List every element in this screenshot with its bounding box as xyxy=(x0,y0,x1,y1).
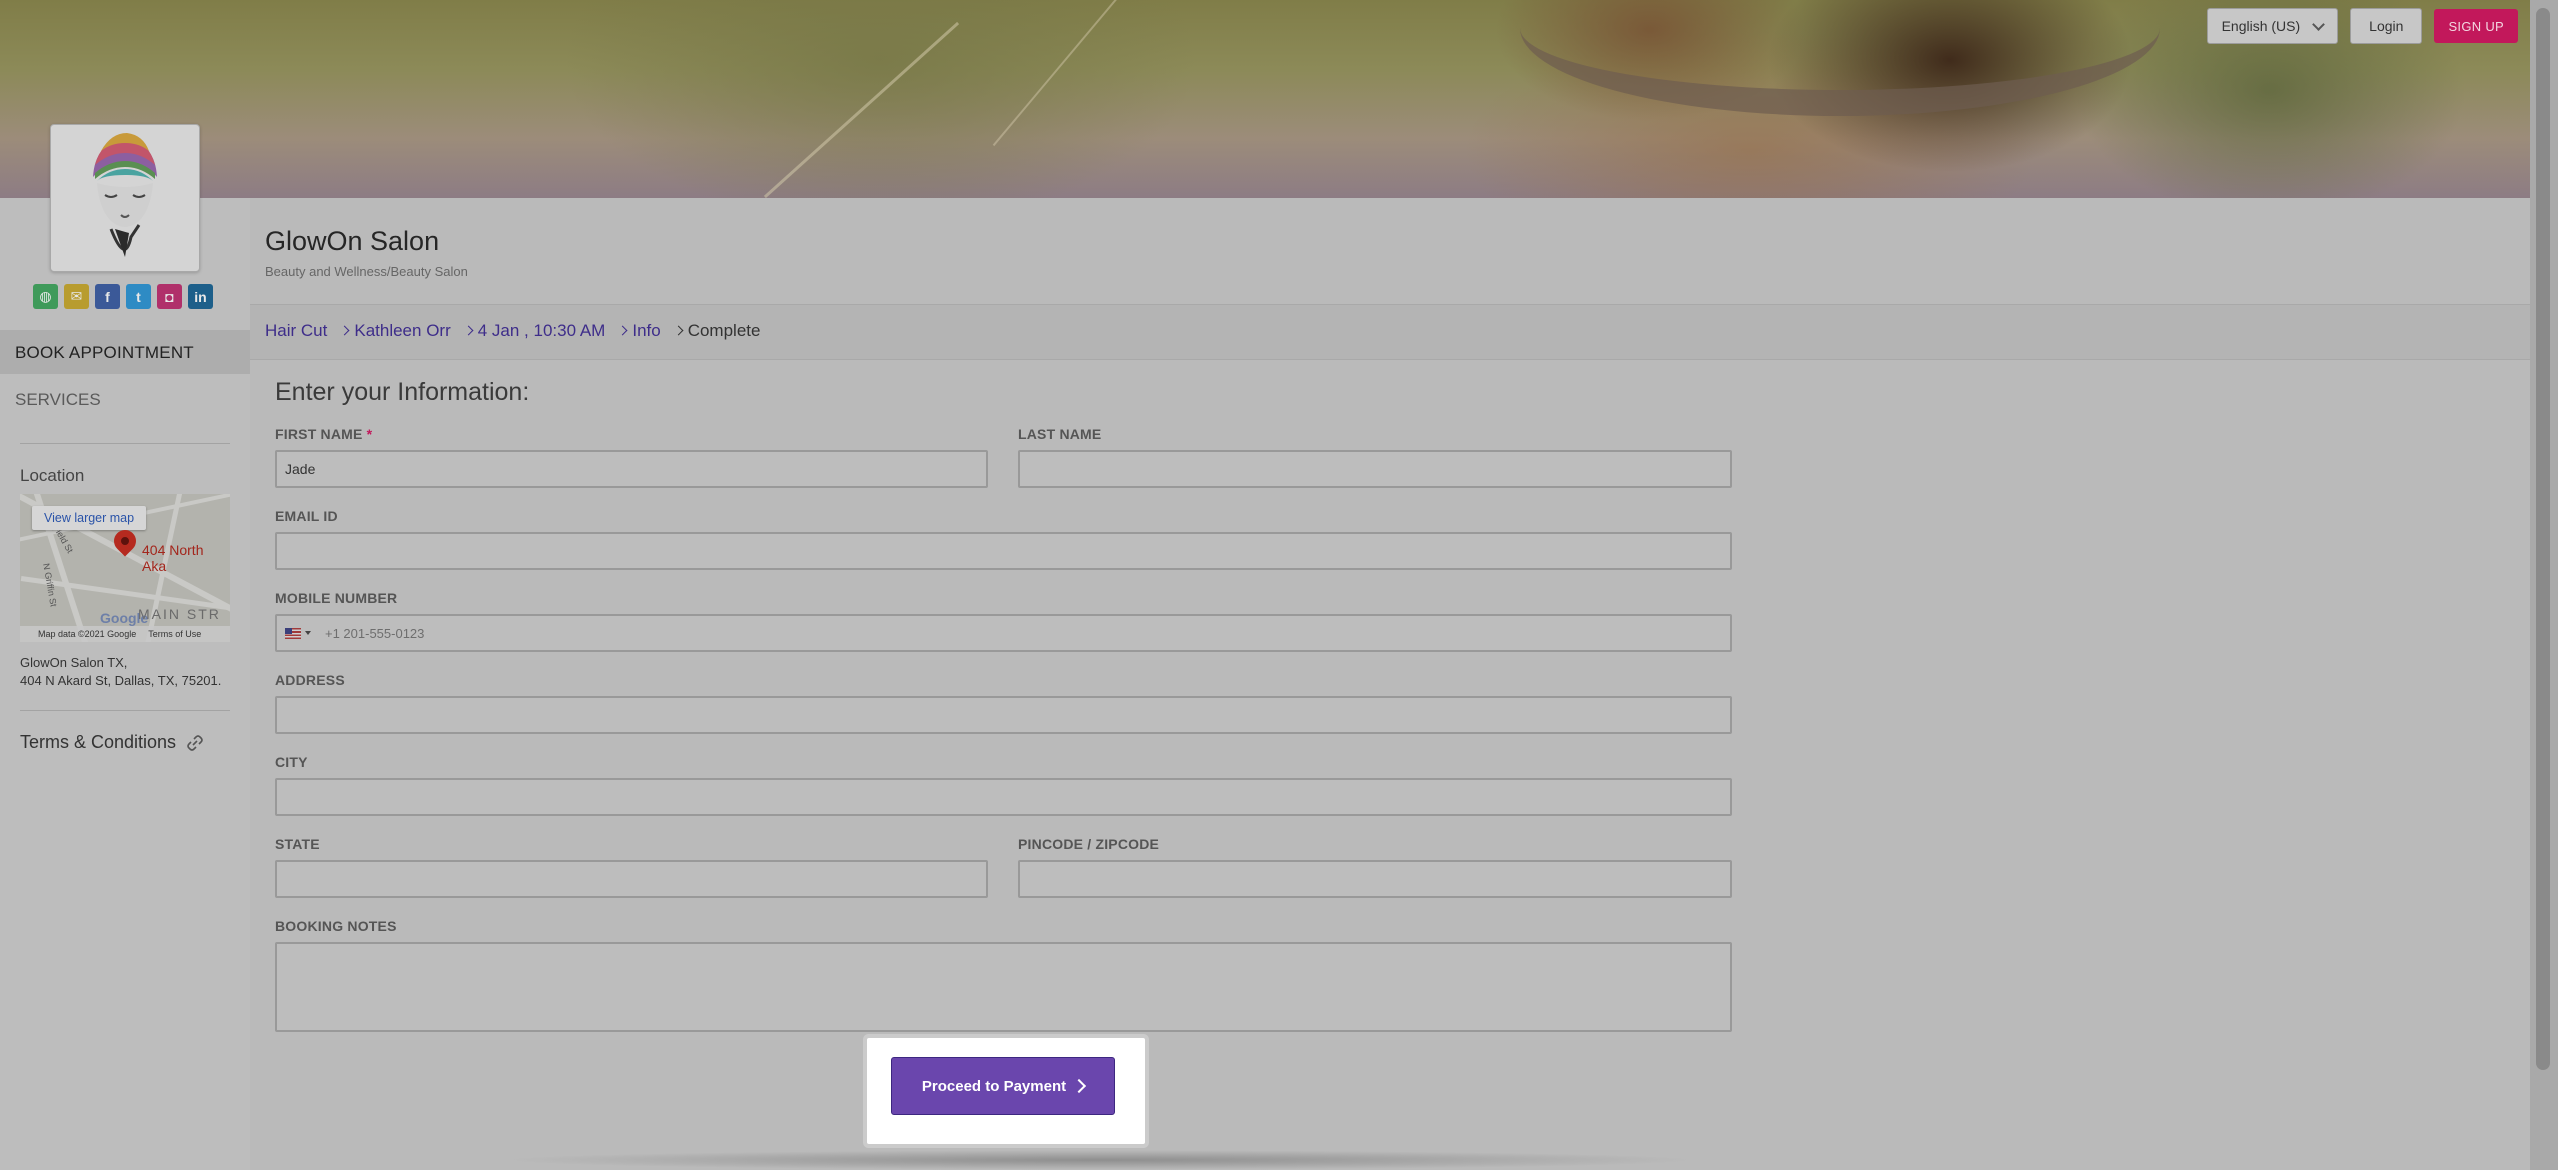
state-field[interactable] xyxy=(275,860,988,898)
map-pin-icon xyxy=(109,525,141,557)
social-links: ◍ ✉ f t ◘ in xyxy=(33,284,213,309)
map-data-text: Map data ©2021 Google xyxy=(38,629,137,639)
logo-face-icon xyxy=(93,133,157,257)
location-map[interactable]: Field St N Griffin St View larger map 40… xyxy=(20,494,230,642)
nav-book-appointment[interactable]: BOOK APPOINTMENT xyxy=(0,330,250,374)
twitter-icon[interactable]: t xyxy=(126,284,151,309)
proceed-to-payment-label: Proceed to Payment xyxy=(921,1077,1067,1095)
proceed-to-payment-button[interactable]: Proceed to Payment xyxy=(891,1057,1115,1115)
caret-down-icon[interactable] xyxy=(305,631,311,635)
zip-label: PINCODE / ZIPCODE xyxy=(1018,836,1160,852)
web-icon[interactable]: ◍ xyxy=(33,284,58,309)
breadcrumb-datetime[interactable]: 4 Jan , 10:30 AM xyxy=(463,321,605,341)
page-scrollbar[interactable] xyxy=(2530,0,2558,1170)
city-field[interactable] xyxy=(275,778,1732,816)
chevron-right-icon xyxy=(617,325,628,336)
linkedin-icon[interactable]: in xyxy=(188,284,213,309)
nav-services[interactable]: SERVICES xyxy=(15,390,101,410)
map-terms-link[interactable]: Terms of Use xyxy=(148,629,201,639)
terms-link[interactable]: Terms & Conditions xyxy=(20,732,204,753)
state-label: STATE xyxy=(275,836,320,852)
link-icon xyxy=(187,734,203,751)
map-attribution: Map data ©2021 Google Terms of Use xyxy=(20,626,230,642)
salon-address: GlowOn Salon TX, 404 N Akard St, Dallas,… xyxy=(20,654,221,690)
terms-label: Terms & Conditions xyxy=(20,732,177,752)
nav-book-appointment-label: BOOK APPOINTMENT xyxy=(15,343,194,362)
salon-logo xyxy=(50,124,200,272)
divider xyxy=(20,443,230,444)
chevron-right-icon xyxy=(1072,1078,1087,1094)
first-name-label: FIRST NAME * xyxy=(275,426,373,442)
chevron-right-icon xyxy=(339,325,350,336)
map-district-label: MAIN STR xyxy=(138,606,221,622)
language-select[interactable]: English (US) xyxy=(2206,8,2339,44)
instagram-icon[interactable]: ◘ xyxy=(157,284,182,309)
breadcrumb-service[interactable]: Hair Cut xyxy=(265,321,327,341)
scrollbar-thumb[interactable] xyxy=(2536,8,2550,1070)
form-title: Enter your Information: xyxy=(275,378,530,406)
mobile-placeholder: +1 201-555-0123 xyxy=(325,625,425,641)
booking-breadcrumb: Hair Cut Kathleen Orr 4 Jan , 10:30 AM I… xyxy=(250,304,2530,360)
last-name-field[interactable] xyxy=(1018,450,1732,488)
last-name-label: LAST NAME xyxy=(1018,426,1102,442)
location-title: Location xyxy=(20,466,85,485)
notes-label: BOOKING NOTES xyxy=(275,918,397,934)
chevron-down-icon xyxy=(2312,17,2326,31)
first-name-field[interactable]: Jade xyxy=(275,450,988,488)
chevron-right-icon xyxy=(673,325,684,336)
login-button[interactable]: Login xyxy=(2350,8,2423,44)
address-line-1: GlowOn Salon TX, xyxy=(20,655,128,670)
breadcrumb-complete: Complete xyxy=(673,321,760,341)
map-pin-label: 404 North Aka xyxy=(142,542,204,574)
breadcrumb-staff[interactable]: Kathleen Orr xyxy=(339,321,451,341)
email-label: EMAIL ID xyxy=(275,508,338,524)
language-select-value: English (US) xyxy=(2221,18,2301,34)
divider xyxy=(20,710,230,711)
top-controls: English (US) Login SIGN UP xyxy=(2206,8,2518,44)
signup-button[interactable]: SIGN UP xyxy=(2434,9,2518,43)
email-icon[interactable]: ✉ xyxy=(64,284,89,309)
cover-banner xyxy=(0,0,2530,198)
booking-notes-field[interactable] xyxy=(275,942,1732,1032)
us-flag-icon[interactable] xyxy=(285,627,301,639)
mobile-label: MOBILE NUMBER xyxy=(275,590,398,606)
mobile-field[interactable]: +1 201-555-0123 xyxy=(275,614,1732,652)
chevron-right-icon xyxy=(463,325,474,336)
salon-category: Beauty and Wellness/Beauty Salon xyxy=(265,264,468,279)
facebook-icon[interactable]: f xyxy=(95,284,120,309)
address-line-2: 404 N Akard St, Dallas, TX, 75201. xyxy=(20,673,222,688)
view-larger-map-link[interactable]: View larger map xyxy=(32,506,147,530)
city-label: CITY xyxy=(275,754,308,770)
zip-field[interactable] xyxy=(1018,860,1732,898)
address-label: ADDRESS xyxy=(275,672,345,688)
address-field[interactable] xyxy=(275,696,1732,734)
shadow xyxy=(500,1150,1700,1170)
breadcrumb-info[interactable]: Info xyxy=(617,321,661,341)
salon-name: GlowOn Salon xyxy=(265,226,440,256)
email-field[interactable] xyxy=(275,532,1732,570)
